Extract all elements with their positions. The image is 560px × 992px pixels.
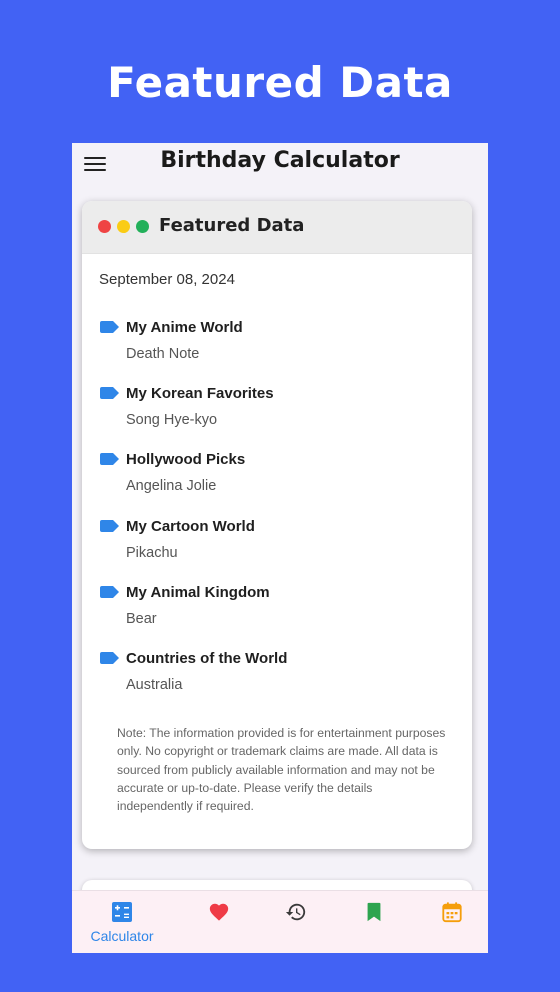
list-item: My Animal Kingdom Bear: [100, 584, 454, 650]
label-tag-icon: [100, 387, 119, 400]
label-tag-icon: [100, 321, 119, 333]
red-dot-icon: [98, 220, 111, 233]
calculator-icon: [112, 902, 132, 922]
label-tag-icon: [100, 651, 119, 664]
item-title: My Cartoon World: [126, 517, 255, 535]
heart-icon: [209, 903, 229, 921]
nav-calendar[interactable]: [412, 891, 488, 953]
item-title: My Animal Kingdom: [126, 583, 270, 601]
nav-bookmarks[interactable]: [334, 891, 414, 953]
item-title: My Anime World: [126, 319, 243, 336]
list-item: Hollywood Picks Angelina Jolie: [100, 451, 454, 517]
item-value: Bear: [126, 610, 157, 627]
nav-history[interactable]: [256, 891, 336, 953]
label-tag-icon: [100, 585, 119, 598]
bottom-navigation: Calculator: [72, 890, 488, 953]
item-value: Song Hye-kyo: [126, 412, 218, 429]
featured-list: My Anime World Death Note My Korean Favo…: [100, 319, 454, 716]
green-dot-icon: [136, 220, 149, 233]
item-title: Hollywood Picks: [126, 451, 246, 469]
yellow-dot-icon: [117, 220, 130, 233]
item-title: My Korean Favorites: [126, 385, 274, 403]
nav-favorites[interactable]: [179, 891, 259, 953]
nav-calculator-label: Calculator: [90, 928, 154, 944]
list-item: My Korean Favorites Song Hye-kyo: [100, 385, 454, 451]
item-value: Australia: [126, 676, 183, 693]
item-value: Pikachu: [126, 544, 178, 561]
featured-date: September 08, 2024: [99, 271, 235, 288]
list-item: My Cartoon World Pikachu: [100, 518, 454, 584]
featured-data-card: Featured Data September 08, 2024 My Anim…: [82, 201, 472, 849]
item-value: Death Note: [126, 346, 200, 362]
card-title: Featured Data: [159, 215, 305, 236]
card-header: Featured Data: [82, 201, 472, 254]
calendar-icon: [442, 902, 462, 923]
item-value: Angelina Jolie: [126, 478, 217, 495]
label-tag-icon: [100, 453, 119, 466]
history-icon: [285, 903, 306, 921]
promo-headline: Featured Data: [107, 58, 453, 107]
phone-screen: Birthday Calculator Featured Data Septem…: [72, 143, 488, 953]
nav-calculator[interactable]: Calculator: [82, 891, 162, 953]
app-bar: Birthday Calculator: [72, 143, 488, 189]
hamburger-menu-icon[interactable]: [84, 153, 106, 173]
list-item: Countries of the World Australia: [100, 650, 454, 716]
list-item: My Anime World Death Note: [100, 319, 454, 385]
item-title: Countries of the World: [126, 649, 288, 667]
app-title: Birthday Calculator: [160, 148, 400, 173]
label-tag-icon: [100, 519, 119, 532]
bookmark-icon: [367, 902, 381, 922]
disclaimer-note: Note: The information provided is for en…: [117, 726, 446, 814]
